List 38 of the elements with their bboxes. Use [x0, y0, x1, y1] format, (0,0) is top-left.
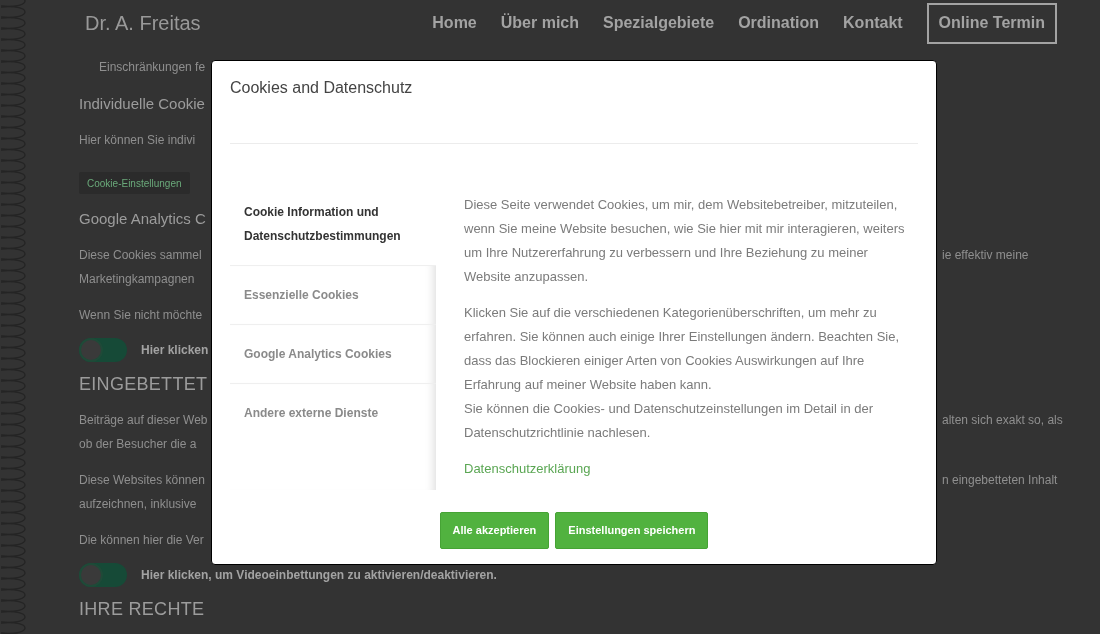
paragraph-text: Die können hier die Ver: [79, 532, 204, 548]
toggle-switch[interactable]: [79, 338, 127, 362]
paragraph-text: ob der Besucher die a: [79, 436, 197, 452]
save-settings-button[interactable]: Einstellungen speichern: [555, 512, 709, 549]
paragraph-text: Diese Cookies sammel: [79, 247, 202, 263]
nav-link[interactable]: Home: [432, 13, 477, 33]
accept-all-button[interactable]: Alle akzeptieren: [439, 512, 550, 549]
appointment-button[interactable]: Online Termin: [926, 2, 1057, 44]
category-tab[interactable]: Essenzielle Cookies: [230, 266, 436, 325]
body-text: Diese Seite verwendet Cookies, um mir, dem Websitebetreiber, mitzuteilen, wenn Sie meine Website besuchen, wie Sie hier mit mir interagieren, weiters um Ihre Nutzererfahrung zu verbessern und Ihre Beziehung zu meiner Website anzupassen.: [464, 196, 906, 286]
nav-link[interactable]: Über mich: [500, 13, 579, 33]
paragraph-text: Hier können Sie indivi: [79, 132, 196, 148]
paragraph-text: n eingebetteten Inhalt: [942, 472, 1058, 488]
body-text: Sie können die Cookies- und Datenschutzeinstellungen im Detail in der Datenschutzrichtlinie nachlesen.: [464, 400, 875, 442]
heading-text: Google Analytics C: [79, 209, 206, 229]
paragraph-text: alten sich exakt so, als: [942, 412, 1063, 428]
body-text: Klicken Sie auf die verschiedenen Kategorienüberschriften, um mehr zu erfahren. Sie können auch einige Ihrer Einstellungen ändern. Beachten Sie, dass das Blockieren einiger Arten von Cookies Auswirkungen auf Ihre Erfahrung auf meiner Website haben kann.: [464, 304, 901, 394]
cookie-settings-button[interactable]: Cookie-Einstellungen: [79, 172, 190, 194]
paragraph-text: Wenn Sie nicht möchte: [79, 307, 203, 323]
brand-name[interactable]: Dr. A. Freitas: [85, 11, 201, 35]
section-heading: EINGEBETTET: [79, 373, 208, 395]
paragraph-text: Marketingkampagnen: [79, 271, 195, 287]
toggle-label: Hier klicken, um Videoeinbettungen zu aktivieren/deaktivieren.: [141, 569, 497, 581]
section-heading: IHRE RECHTE: [79, 598, 205, 620]
nav-link[interactable]: Kontakt: [843, 13, 903, 33]
privacy-link[interactable]: Datenschutzerklärung: [464, 457, 591, 481]
category-tab[interactable]: Google Analytics Cookies: [230, 325, 436, 384]
toggle-switch[interactable]: [79, 563, 127, 587]
heading-text: Individuelle Cookie: [79, 94, 205, 114]
paragraph-text: Diese Websites können: [79, 472, 205, 488]
paragraph-text: aufzeichnen, inklusive: [79, 496, 197, 512]
nav-link[interactable]: Spezialgebiete: [603, 13, 715, 33]
list-item-text: Einschränkungen fe: [99, 59, 206, 75]
paragraph-text: ie effektiv meine: [942, 247, 1029, 263]
toggle-label: Hier klicken: [141, 344, 209, 356]
nav-link[interactable]: Ordination: [738, 13, 820, 33]
paragraph-text: Beiträge auf dieser Web: [79, 412, 208, 428]
dialog-title: Cookies and Datenschutz: [230, 78, 413, 98]
